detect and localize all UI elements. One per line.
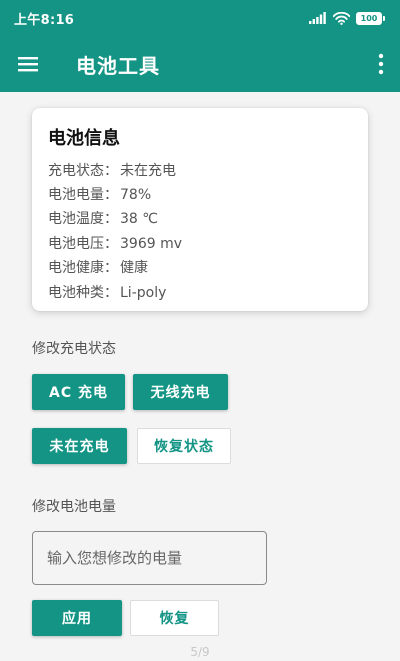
restore-level-button[interactable]: 恢复 (130, 600, 219, 636)
battery-icon: 100 (356, 11, 385, 25)
info-value: 健康 (120, 260, 148, 276)
info-value: 未在充电 (120, 163, 176, 179)
info-value: Li-poly (120, 285, 167, 301)
info-label: 电池电压： (48, 236, 118, 252)
info-row-temperature: 电池温度： 38 ℃ (48, 208, 158, 228)
info-label: 电池电量： (48, 187, 118, 203)
more-vertical-icon[interactable] (374, 52, 388, 76)
charge-state-label: 修改充电状态 (32, 341, 116, 357)
hamburger-menu-icon[interactable] (14, 50, 42, 78)
signal-icon (309, 12, 326, 24)
info-label: 电池温度： (48, 211, 118, 227)
battery-info-card: 电池信息 充电状态： 未在充电 电池电量： 78% 电池温度： 38 ℃ 电池电压： 3… (32, 108, 368, 311)
info-row-technology: 电池种类： Li-poly (48, 282, 166, 302)
info-label: 充电状态： (48, 163, 118, 179)
apply-button[interactable]: 应用 (32, 600, 122, 636)
not-charging-button[interactable]: 未在充电 (32, 428, 127, 464)
status-bar: 上午8:16 100 (0, 0, 400, 36)
info-row-charge-status: 充电状态： 未在充电 (48, 160, 176, 180)
app-title: 电池工具 (76, 54, 160, 78)
card-title: 电池信息 (48, 128, 120, 149)
status-icons: 100 (309, 10, 385, 26)
status-time: 上午8:16 (14, 13, 75, 28)
app-bar: 电池工具 (0, 36, 400, 92)
info-row-voltage: 电池电压： 3969 mv (48, 233, 182, 253)
page-indicator: 5/9 (190, 645, 210, 659)
info-label: 电池健康： (48, 260, 118, 276)
info-value: 38 ℃ (120, 211, 158, 227)
info-value: 3969 mv (120, 236, 183, 252)
info-label: 电池种类： (48, 285, 118, 301)
ac-charge-button[interactable]: AC 充电 (32, 374, 125, 410)
wireless-charge-button[interactable]: 无线充电 (133, 374, 228, 410)
battery-level-input[interactable] (32, 531, 267, 585)
info-value: 78% (120, 187, 152, 203)
battery-level-label: 修改电池电量 (32, 499, 116, 515)
info-row-health: 电池健康： 健康 (48, 257, 148, 277)
wifi-icon (333, 11, 350, 25)
restore-state-button[interactable]: 恢复状态 (137, 428, 231, 464)
info-row-battery-level: 电池电量： 78% (48, 184, 151, 204)
